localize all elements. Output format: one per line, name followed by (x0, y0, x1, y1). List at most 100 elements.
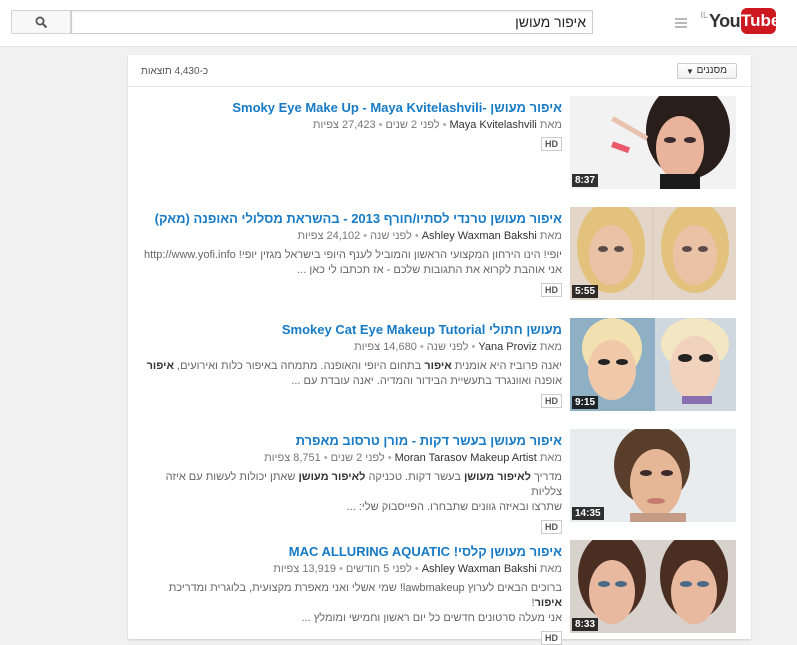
guide-menu-icon[interactable] (675, 18, 687, 28)
description-line: שתרצו ובאיזה גוונים שתבחרו. הפייסבוק שלי… (346, 501, 562, 513)
by-label: מאת (539, 230, 562, 242)
video-duration: 5:55 (572, 285, 599, 298)
result-item: 8:33 איפור מעושן קלסי! MAC ALLURING AQUA… (128, 540, 751, 645)
video-description: ברוכים הבאים לערוץ lawbmakeup! שמי אשלי … (142, 581, 562, 626)
video-thumbnail[interactable]: 8:33 (570, 540, 736, 633)
description-text: ברוכים הבאים לערוץ lawbmakeup! שמי אשלי … (168, 582, 562, 594)
meta-separator: • (363, 230, 368, 242)
by-label: מאת (539, 341, 562, 353)
video-description: מדריך לאיפור מעושן בעשר דקות. טכניקה לאי… (142, 470, 562, 515)
result-item: 9:15 מעושן חתולי Smokey Cat Eye Makeup T… (128, 318, 751, 418)
video-title[interactable]: איפור מעושן בעשר דקות - מורן טרסוב מאפרת (142, 433, 562, 449)
video-meta: מאת Moran Tarasov Makeup Artist•לפני 2 ש… (142, 451, 562, 465)
search-icon (35, 16, 48, 29)
result-item: 8:37 איפור מעושן -Smoky Eye Make Up - Ma… (128, 96, 751, 196)
results-count: כ-4,430 תוצאות (141, 66, 209, 77)
description-line: יאנה פרוביז היא אומנית איפור בתחום היופי… (142, 359, 562, 374)
channel-link[interactable]: Ashley Waxman Bakshi (422, 230, 537, 242)
description-line: ברוכים הבאים לערוץ lawbmakeup! שמי אשלי … (142, 581, 562, 611)
result-info: איפור מעושן -Smoky Eye Make Up - Maya Kv… (142, 100, 562, 151)
channel-link[interactable]: Yana Proviz (478, 341, 537, 353)
logo-tube: Tube (741, 8, 780, 34)
upload-age: לפני שנה (370, 230, 412, 242)
filters-label: מסננים (696, 65, 727, 76)
video-duration: 9:15 (572, 396, 599, 409)
description-highlight: איפור (146, 360, 174, 372)
description-line: אופנה ואוונגרד בתעשיית הבידור והמדיה. יא… (291, 375, 562, 387)
upload-age: לפני 2 שנים (330, 452, 385, 464)
by-label: מאת (539, 452, 562, 464)
description-highlight: לאיפור מעושן (463, 471, 531, 483)
view-count: 8,751 צפיות (264, 452, 321, 464)
video-thumbnail[interactable]: 8:37 (570, 96, 736, 189)
video-title[interactable]: איפור מעושן -Smoky Eye Make Up - Maya Kv… (142, 100, 562, 116)
meta-separator: • (442, 119, 447, 131)
description-text: יאנה פרוביז היא אומנית (451, 360, 562, 372)
upload-age: לפני 5 חודשים (345, 563, 412, 575)
meta-separator: • (378, 119, 383, 131)
channel-link[interactable]: Maya Kvitelashvili (449, 119, 536, 131)
meta-separator: • (471, 341, 476, 353)
description-highlight: איפור (424, 360, 452, 372)
filters-button[interactable]: מסננים ▼ (677, 63, 737, 79)
video-duration: 14:35 (572, 507, 604, 520)
results-panel: מסננים ▼ כ-4,430 תוצאות 8:37 איפור מעושן… (128, 55, 751, 645)
result-info: איפור מעושן בעשר דקות - מורן טרסוב מאפרת… (142, 433, 562, 534)
video-meta: מאת Maya Kvitelashvili•לפני 2 שנים•27,42… (142, 118, 562, 132)
country-code: IL (700, 10, 708, 20)
result-info: איפור מעושן טרנדי לסתיו/חורף 2013 - בהשר… (142, 211, 562, 297)
description-line: אני אוהבת לקרוא את התגובות שלכם - אז תכת… (297, 264, 562, 276)
hd-badge: HD (541, 283, 562, 297)
by-label: מאת (539, 119, 562, 131)
channel-link[interactable]: Ashley Waxman Bakshi (422, 563, 537, 575)
meta-separator: • (419, 341, 424, 353)
description-line: מדריך לאיפור מעושן בעשר דקות. טכניקה לאי… (142, 470, 562, 500)
upload-age: לפני 2 שנים (385, 119, 440, 131)
meta-separator: • (338, 563, 343, 575)
divider (128, 86, 751, 87)
video-duration: 8:37 (572, 174, 599, 187)
result-item: 5:55 איפור מעושן טרנדי לסתיו/חורף 2013 -… (128, 207, 751, 307)
meta-separator: • (323, 452, 328, 464)
description-text: מדריך (530, 471, 562, 483)
logo-you: You (709, 11, 741, 31)
meta-separator: • (414, 230, 419, 242)
chevron-down-icon: ▼ (686, 67, 694, 76)
description-text: בתחום היופי והאופנה. מתמחה באיפור כלות ו… (174, 360, 425, 372)
description-line: אני מעלה סרטונים חדשים כל יום ראשון וחמי… (301, 612, 562, 624)
video-thumbnail[interactable]: 9:15 (570, 318, 736, 411)
hd-badge: HD (541, 394, 562, 408)
description-highlight: איפור (534, 597, 562, 609)
channel-link[interactable]: Moran Tarasov Makeup Artist (395, 452, 537, 464)
meta-separator: • (414, 563, 419, 575)
result-info: איפור מעושן קלסי! MAC ALLURING AQUATIC מ… (142, 544, 562, 645)
by-label: מאת (539, 563, 562, 575)
description-highlight: לאיפור מעושן (298, 471, 366, 483)
search-input[interactable]: איפור מעושן (71, 10, 593, 34)
meta-separator: • (387, 452, 392, 464)
video-thumbnail[interactable]: 14:35 (570, 429, 736, 522)
upload-age: לפני שנה (426, 341, 469, 353)
view-count: 27,423 צפיות (312, 119, 376, 131)
result-item: 14:35 איפור מעושן בעשר דקות - מורן טרסוב… (128, 429, 751, 534)
view-count: 13,919 צפיות (273, 563, 336, 575)
description-line: יופי! הינו הירחון המקצועי הראשון והמוביל… (144, 249, 562, 261)
video-meta: מאת Ashley Waxman Bakshi•לפני 5 חודשים•1… (142, 562, 562, 576)
hd-badge: HD (541, 520, 562, 534)
video-thumbnail[interactable]: 5:55 (570, 207, 736, 300)
masthead: איפור מעושן IL You Tube (0, 0, 797, 47)
hd-badge: HD (541, 137, 562, 151)
hd-badge: HD (541, 631, 562, 645)
view-count: 24,102 צפיות (297, 230, 361, 242)
youtube-logo[interactable]: You Tube (709, 8, 780, 36)
video-title[interactable]: איפור מעושן קלסי! MAC ALLURING AQUATIC (142, 544, 562, 560)
video-meta: מאת Ashley Waxman Bakshi•לפני שנה•24,102… (142, 229, 562, 243)
video-meta: מאת Yana Proviz•לפני שנה•14,680 צפיות (142, 340, 562, 354)
video-duration: 8:33 (572, 618, 599, 631)
video-title[interactable]: מעושן חתולי Smokey Cat Eye Makeup Tutori… (142, 322, 562, 338)
description-text: בעשר דקות. טכניקה (365, 471, 464, 483)
video-title[interactable]: איפור מעושן טרנדי לסתיו/חורף 2013 - בהשר… (142, 211, 562, 227)
video-description: יאנה פרוביז היא אומנית איפור בתחום היופי… (142, 359, 562, 389)
result-info: מעושן חתולי Smokey Cat Eye Makeup Tutori… (142, 322, 562, 408)
search-button[interactable] (11, 10, 71, 34)
